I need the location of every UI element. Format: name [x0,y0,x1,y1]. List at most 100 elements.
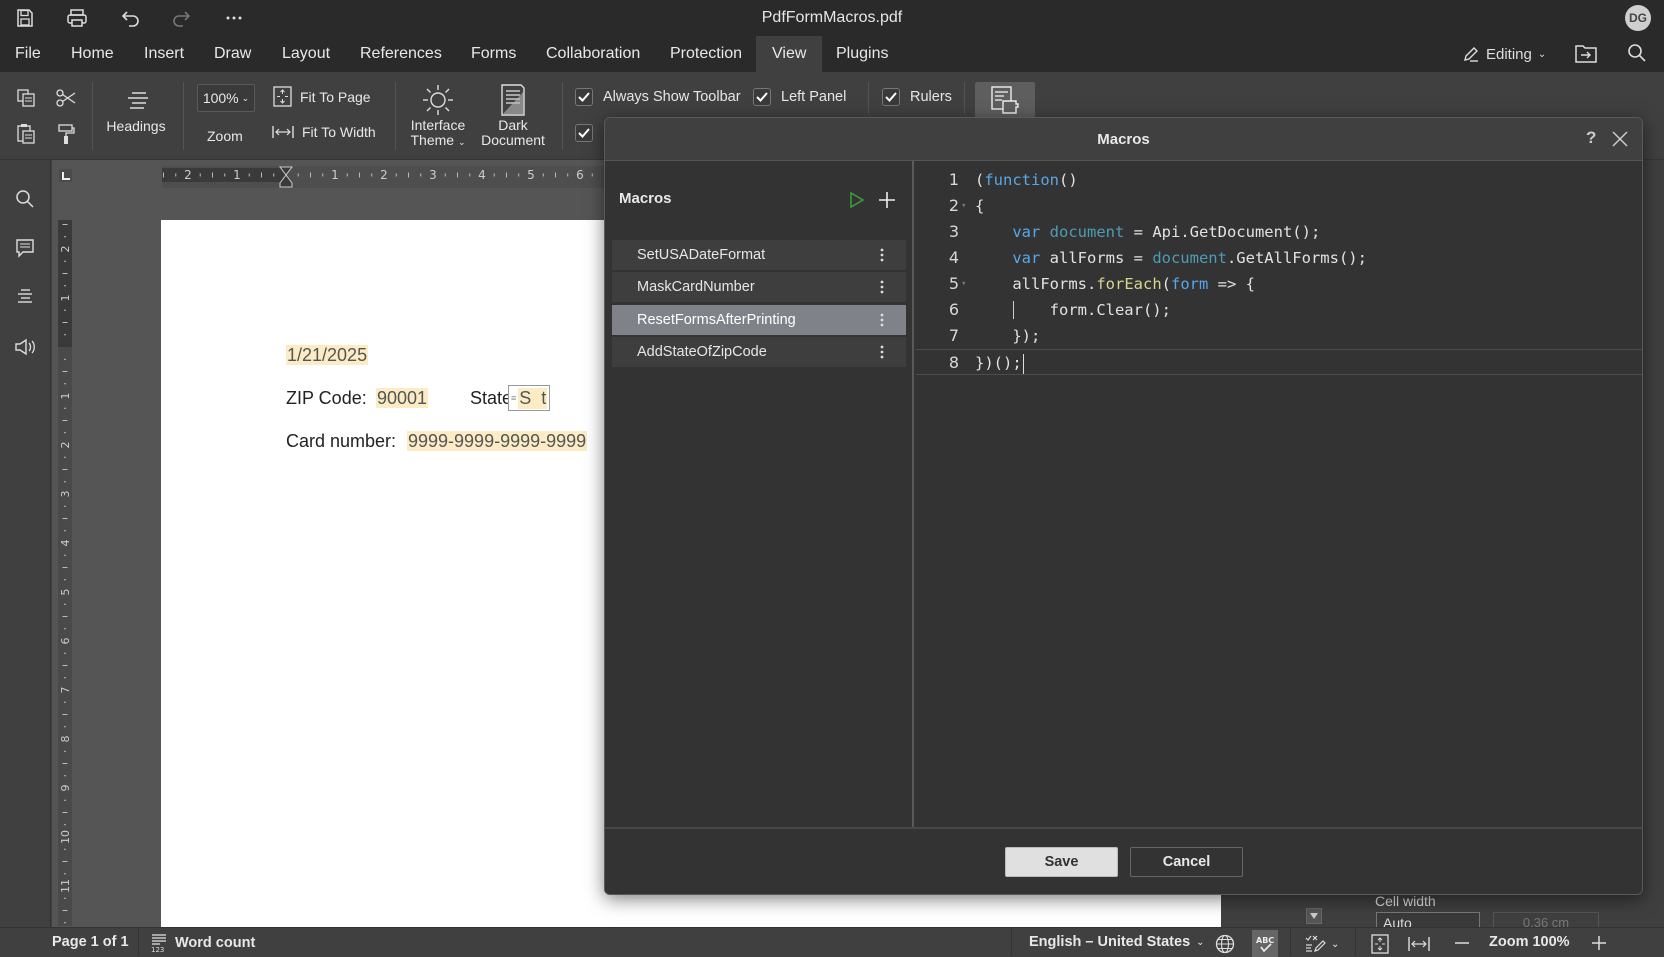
print-icon[interactable] [65,6,89,30]
fold-toggle-icon[interactable]: ▾ [961,193,966,219]
toolbar-divider [92,82,93,150]
macro-list-item[interactable]: ResetFormsAfterPrinting [612,304,906,335]
add-macro-icon[interactable] [878,191,896,209]
word-count-button[interactable]: 123 Word count [151,933,255,953]
fold-toggle-icon[interactable]: ▾ [961,271,966,297]
macro-list-item[interactable]: AddStateOfZipCode [612,336,906,367]
headings-button[interactable]: Headings [106,80,166,144]
code-line[interactable]: 1 (function() [916,167,1642,193]
page-info[interactable]: Page 1 of 1 [52,934,129,950]
macros-icon [990,85,1020,115]
tab-plugins[interactable]: Plugins [824,36,900,72]
code-line[interactable]: 8})(); [916,349,1642,375]
left-panel-checkbox[interactable]: Left Panel [753,88,846,106]
language-select[interactable]: English – United States ⌄ [1029,934,1205,950]
tab-file[interactable]: File [3,36,53,72]
tab-layout[interactable]: Layout [270,36,342,72]
dark-document-button[interactable]: Dark Document [476,80,550,152]
find-icon[interactable] [12,186,38,212]
fit-to-page-icon[interactable] [1371,934,1389,954]
toolbar-checkbox-row2[interactable] [575,124,593,142]
more-options-icon[interactable] [880,280,884,294]
code-line[interactable]: 4 var allForms = document.GetAllForms(); [916,245,1642,271]
date-field[interactable]: 1/21/2025 [286,345,369,366]
macro-list-panel: Macros SetUSADateFormat MaskCardNumber Res… [605,161,914,827]
ruler-tick-label: 2 [380,168,388,182]
zoom-out-button[interactable] [1454,935,1470,951]
code-line[interactable]: 7 }); [916,323,1642,349]
scroll-down-button[interactable] [1306,908,1322,924]
track-changes-button[interactable]: ⌄ [1305,934,1339,954]
line-number: 4 [948,248,959,267]
format-painter-icon[interactable] [56,123,76,145]
ruler-tick-label: 5 [527,168,535,182]
macros-button[interactable] [975,82,1035,118]
code-line[interactable]: 5 ▾ allForms.forEach(form => { [916,271,1642,297]
more-options-icon[interactable] [880,248,884,262]
cell-width-input[interactable]: 0.36 cm [1493,912,1599,927]
ruler-tick-label: 8 [59,736,72,743]
always-show-toolbar-checkbox[interactable]: Always Show Toolbar [575,88,741,106]
always-show-toolbar-label: Always Show Toolbar [603,89,741,105]
tab-references[interactable]: References [348,36,454,72]
tab-draw[interactable]: Draw [202,36,263,72]
zoom-select[interactable]: 100% ⌄ [197,84,255,112]
run-macro-icon[interactable] [849,191,865,209]
user-avatar[interactable]: DG [1625,5,1651,31]
code-line[interactable]: 6 form.Clear(); [916,297,1642,323]
globe-icon[interactable] [1215,934,1235,954]
zip-field[interactable]: 90001 [376,388,429,409]
tab-insert[interactable]: Insert [132,36,196,72]
chevron-down-icon: ⌄ [1537,48,1547,60]
checkbox-checked-icon [753,88,771,106]
tab-forms[interactable]: Forms [459,36,528,72]
code-line[interactable]: 3 var document = Api.GetDocument(); [916,219,1642,245]
editing-mode-button[interactable]: Editing ⌄ [1462,42,1546,66]
state-field[interactable]: ≡ S t [508,385,551,411]
zoom-label: Zoom [207,128,243,144]
copy-icon[interactable] [16,88,36,108]
vertical-ruler[interactable]: 211234567891011 [58,220,72,926]
rulers-checkbox[interactable]: Rulers [882,88,952,106]
cell-width-label: Cell width [1375,893,1436,909]
tab-protection[interactable]: Protection [658,36,754,72]
undo-icon[interactable] [119,6,143,30]
code-editor[interactable]: 1 (function() 2 ▾{3 var document = Api.GetD… [916,161,1642,827]
tab-stop-selector[interactable] [58,168,73,183]
more-options-icon[interactable] [880,313,884,327]
close-icon[interactable] [1612,131,1628,147]
tab-collaboration[interactable]: Collaboration [534,36,652,72]
cell-width-select[interactable]: Auto [1376,912,1480,927]
horizontal-ruler[interactable]: 2 1 1 2 3 4 5 6 [162,166,622,188]
search-icon[interactable] [1627,43,1647,63]
line-number: 3 [948,222,959,241]
fit-to-width-button[interactable]: Fit To Width [272,124,376,140]
comments-icon[interactable] [12,235,38,261]
paste-icon[interactable] [16,123,36,145]
navigation-icon[interactable] [12,284,38,310]
fit-to-page-button[interactable]: Fit To Page [273,86,371,107]
tab-view[interactable]: View [756,36,823,72]
help-button[interactable]: ? [1586,128,1596,148]
speaker-icon[interactable] [12,334,38,360]
redo-icon[interactable] [169,6,193,30]
save-button[interactable]: Save [1005,847,1118,877]
macro-list-item[interactable]: SetUSADateFormat [612,240,906,270]
zoom-level[interactable]: Zoom 100% [1489,934,1570,950]
tab-home[interactable]: Home [59,36,126,72]
open-file-location-icon[interactable] [1575,43,1597,63]
more-icon[interactable] [222,6,246,30]
ruler-tick-label: 2 [59,442,72,449]
macro-list-item[interactable]: MaskCardNumber [612,272,906,303]
code-line[interactable]: 2 ▾ { [916,193,1642,219]
card-field[interactable]: 9999-9999-9999-9999 [407,431,588,452]
cut-icon[interactable] [55,88,77,108]
spellcheck-button[interactable]: ABC [1252,930,1278,957]
cancel-button[interactable]: Cancel [1130,847,1243,877]
save-icon[interactable] [13,6,37,30]
zoom-in-button[interactable] [1591,935,1607,951]
interface-theme-button[interactable]: Interface Theme ⌄ [406,80,470,152]
fit-to-width-icon[interactable] [1408,936,1430,952]
more-options-icon[interactable] [880,345,884,359]
state-label: State [470,388,513,408]
